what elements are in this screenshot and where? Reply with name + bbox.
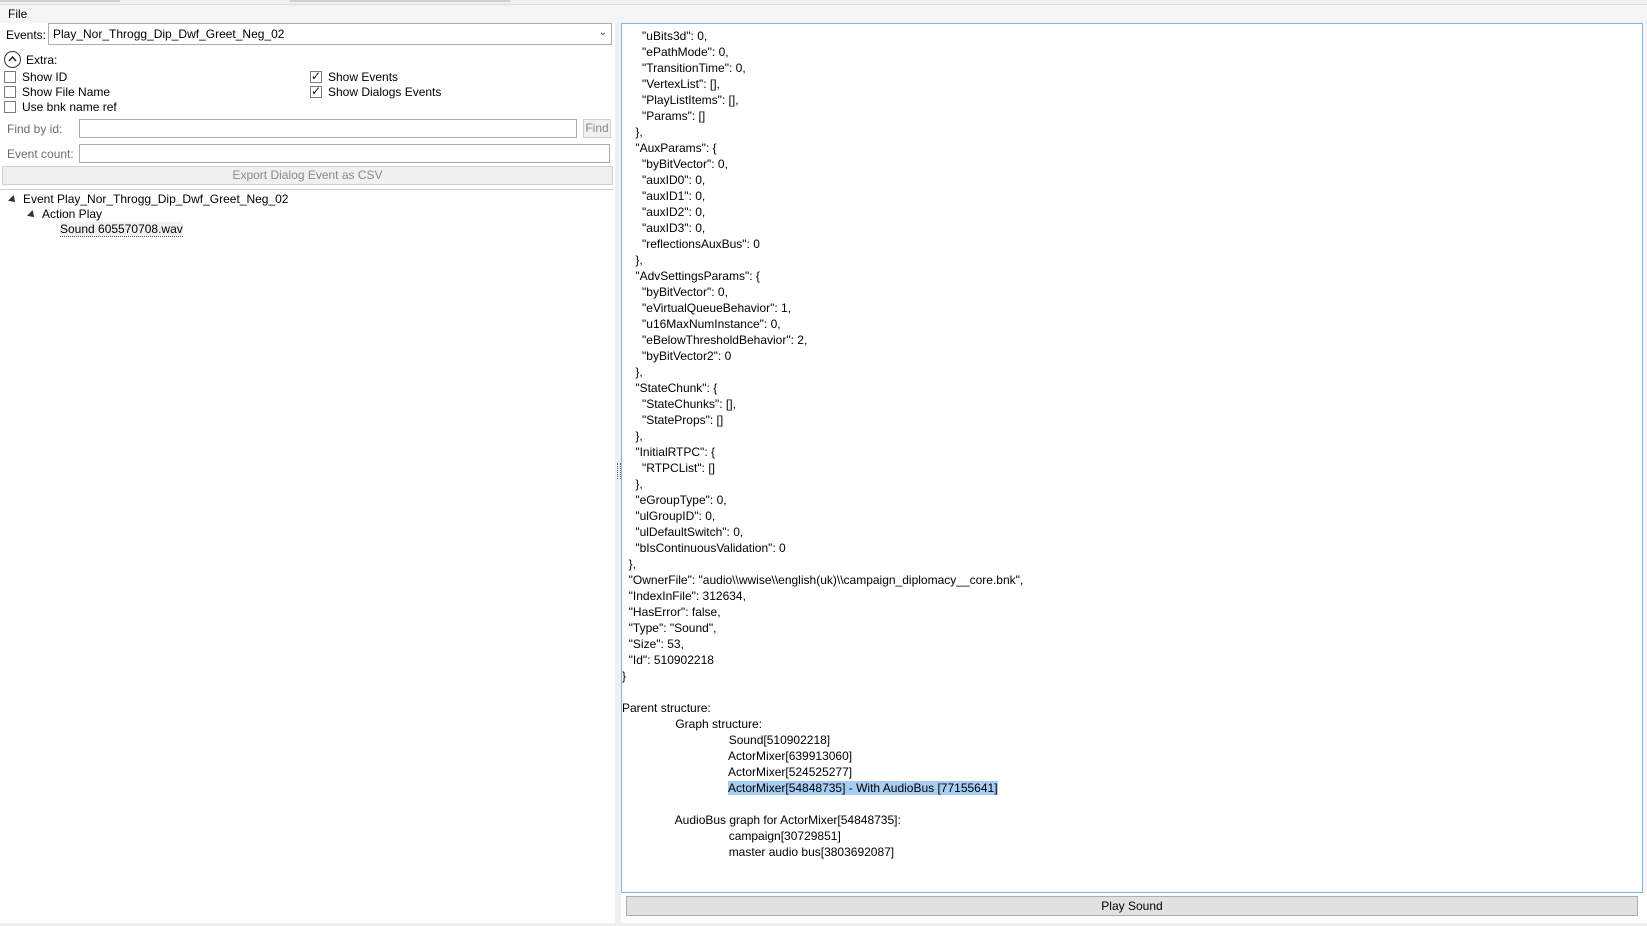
show-events-label: Show Events: [328, 70, 399, 84]
details-line: "PlayListItems": [],: [622, 93, 739, 107]
details-line: AudioBus graph for ActorMixer[54848735]:: [622, 813, 901, 827]
extra-label: Extra:: [26, 53, 58, 67]
details-line: "ePathMode": 0,: [622, 45, 729, 59]
show-dialogs-events-label: Show Dialogs Events: [328, 85, 442, 99]
details-line: "ulGroupID": 0,: [622, 509, 716, 523]
tree-node-event[interactable]: Event Play_Nor_Throgg_Dip_Dwf_Greet_Neg_…: [8, 192, 289, 206]
details-line: [622, 684, 1642, 700]
details-line: "u16MaxNumInstance": 0,: [622, 317, 781, 331]
details-line: "eBelowThresholdBehavior": 2,: [622, 333, 808, 347]
event-tree: Event Play_Nor_Throgg_Dip_Dwf_Greet_Neg_…: [0, 189, 614, 920]
tree-node-action[interactable]: Action Play: [27, 207, 103, 221]
find-button[interactable]: Find: [583, 119, 611, 138]
expand-triangle-icon[interactable]: [27, 209, 37, 220]
details-line: "ulDefaultSwitch": 0,: [622, 525, 744, 539]
details-line: "auxID3": 0,: [622, 221, 706, 235]
details-line: "reflectionsAuxBus": 0: [622, 237, 760, 251]
tree-node-sound-label: Sound 605570708.wav: [60, 222, 183, 237]
details-line: "Id": 510902218: [622, 653, 714, 667]
details-line: "byBitVector": 0,: [622, 285, 728, 299]
details-line: "VertexList": [],: [622, 77, 720, 91]
details-line: [622, 796, 1642, 812]
show-dialogs-events-checkbox[interactable]: [310, 84, 322, 98]
details-line: "Params": []: [622, 109, 706, 123]
details-line: },: [622, 477, 643, 491]
details-line: "auxID1": 0,: [622, 189, 706, 203]
menu-file[interactable]: File: [8, 7, 27, 21]
event-count-label: Event count:: [7, 147, 74, 161]
details-line: "auxID0": 0,: [622, 173, 706, 187]
events-dropdown[interactable]: Play_Nor_Throgg_Dip_Dwf_Greet_Neg_02 ⌄: [48, 23, 612, 45]
details-line: }: [622, 669, 627, 683]
find-by-id-label: Find by id:: [7, 122, 63, 136]
tree-node-sound[interactable]: Sound 605570708.wav: [60, 222, 183, 237]
details-line: "Size": 53,: [622, 637, 684, 651]
details-line: "eGroupType": 0,: [622, 493, 727, 507]
details-line: Parent structure:: [622, 701, 711, 715]
details-line: "eVirtualQueueBehavior": 1,: [622, 301, 792, 315]
details-line: "HasError": false,: [622, 605, 721, 619]
extra-expander-button[interactable]: [4, 51, 21, 68]
show-id-label: Show ID: [22, 70, 68, 84]
details-line: "OwnerFile": "audio\\wwise\\english(uk)\…: [622, 573, 1024, 587]
tree-node-action-label: Action Play: [42, 207, 103, 221]
details-line: "TransitionTime": 0,: [622, 61, 746, 75]
play-sound-button[interactable]: Play Sound: [626, 896, 1638, 916]
details-line: "StateChunks": [],: [622, 397, 736, 411]
show-file-name-checkbox[interactable]: [4, 86, 16, 98]
details-line: Graph structure:: [622, 717, 763, 731]
left-panel: Events: Play_Nor_Throgg_Dip_Dwf_Greet_Ne…: [0, 23, 616, 923]
details-line: },: [622, 365, 643, 379]
use-bnk-name-ref-label: Use bnk name ref: [22, 100, 117, 114]
details-line: "StateProps": []: [622, 413, 724, 427]
export-dialog-event-csv-button[interactable]: Export Dialog Event as CSV: [2, 166, 613, 185]
details-line: "AuxParams": {: [622, 141, 717, 155]
details-line: "AdvSettingsParams": {: [622, 269, 760, 283]
details-line: },: [622, 557, 637, 571]
details-line: },: [622, 253, 643, 267]
tree-node-event-label: Event Play_Nor_Throgg_Dip_Dwf_Greet_Neg_…: [23, 192, 289, 206]
details-line: campaign[30729851]: [622, 829, 841, 843]
show-file-name-label: Show File Name: [22, 85, 111, 99]
details-line: "Type": "Sound",: [622, 621, 717, 635]
details-line: "InitialRTPC": {: [622, 445, 715, 459]
details-line: "bIsContinuousValidation": 0: [622, 541, 786, 555]
expand-triangle-icon[interactable]: [8, 194, 18, 205]
chevron-up-icon: [8, 56, 17, 62]
use-bnk-name-ref-checkbox[interactable]: [4, 101, 16, 113]
details-line: "byBitVector2": 0: [622, 349, 732, 363]
show-id-checkbox[interactable]: [4, 71, 16, 83]
details-line: ActorMixer[54848735] - With AudioBus [77…: [622, 780, 1642, 796]
details-line: },: [622, 429, 643, 443]
details-line: "byBitVector": 0,: [622, 157, 728, 171]
menu-bar: File: [0, 5, 1647, 23]
details-line: "auxID2": 0,: [622, 205, 706, 219]
chevron-down-icon: ⌄: [598, 27, 607, 38]
details-line: master audio bus[3803692087]: [622, 845, 895, 859]
show-events-checkbox[interactable]: [310, 69, 322, 83]
details-line: "IndexInFile": 312634,: [622, 589, 746, 603]
events-label: Events:: [6, 28, 47, 42]
details-line: "StateChunk": {: [622, 381, 718, 395]
details-line: ActorMixer[639913060]: [622, 749, 853, 763]
selected-text-highlight: ActorMixer[54848735] - With AudioBus [77…: [728, 781, 998, 795]
details-line: "RTPCList": []: [622, 461, 715, 475]
details-scrollbar[interactable]: [1643, 23, 1647, 893]
details-text: "uBits3d": 0, "ePathMode": 0, "Transitio…: [622, 28, 1642, 860]
details-line: Sound[510902218]: [622, 733, 831, 747]
details-line: },: [622, 125, 643, 139]
events-dropdown-value: Play_Nor_Throgg_Dip_Dwf_Greet_Neg_02: [53, 27, 285, 41]
find-by-id-input[interactable]: [79, 119, 577, 138]
event-count-field[interactable]: [79, 144, 610, 163]
details-line: "uBits3d": 0,: [622, 29, 708, 43]
details-line: ActorMixer[524525277]: [622, 765, 853, 779]
details-text-view[interactable]: "uBits3d": 0, "ePathMode": 0, "Transitio…: [621, 23, 1643, 893]
